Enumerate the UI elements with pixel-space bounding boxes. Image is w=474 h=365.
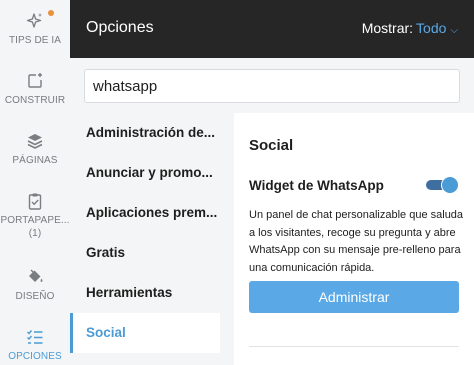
category-item[interactable]: Anunciar y promo...	[70, 153, 220, 193]
layers-icon	[27, 134, 43, 149]
category-item[interactable]: Aplicaciones prem...	[70, 193, 220, 233]
panel-gutter	[220, 113, 234, 365]
sparkles-icon	[26, 13, 42, 28]
rail-item-ai-tips[interactable]: TIPS DE IA	[0, 12, 70, 47]
rail-item-label: TIPS DE IA	[8, 35, 62, 46]
rail-item-label: PÁGINAS	[12, 155, 58, 166]
paint-bucket-icon	[29, 269, 43, 283]
whatsapp-widget-toggle[interactable]	[426, 177, 459, 193]
search-bar	[70, 58, 474, 113]
detail-panel: Social Widget de WhatsApp Un panel de ch…	[234, 113, 474, 365]
category-item[interactable]: Gratis	[70, 233, 220, 273]
show-filter-dropdown[interactable]: Mostrar: Todo ⌵	[362, 20, 458, 36]
category-list: Administración de... Anunciar y promo...…	[70, 113, 220, 365]
add-square-icon	[28, 73, 42, 88]
rail-item-clipboard[interactable]: PORTAPAPE... (1)	[0, 192, 70, 240]
checklist-icon	[27, 330, 43, 344]
rail-item-label: PORTAPAPE...	[0, 215, 70, 226]
category-item[interactable]: Herramientas	[70, 273, 220, 313]
chevron-down-icon: ⌵	[450, 25, 458, 36]
manage-button[interactable]: Administrar	[249, 281, 459, 313]
notification-dot	[48, 10, 54, 16]
page-title: Opciones	[86, 19, 154, 36]
divider	[249, 346, 459, 347]
section-title: Social	[249, 137, 294, 154]
filter-label: Mostrar:	[361, 20, 414, 36]
widget-title: Widget de WhatsApp	[249, 178, 384, 193]
rail-item-design[interactable]: DISEÑO	[0, 268, 70, 303]
options-header: Opciones Mostrar: Todo ⌵	[70, 0, 474, 58]
widget-description: Un panel de chat personalizable que salu…	[249, 209, 464, 274]
toggle-knob	[442, 177, 458, 193]
rail-item-build[interactable]: CONSTRUIR	[0, 72, 70, 107]
left-rail: TIPS DE IA CONSTRUIR PÁGINAS PORTAPAPE..…	[0, 0, 70, 365]
search-input[interactable]	[84, 69, 460, 103]
category-item[interactable]: Administración de...	[70, 113, 220, 153]
rail-item-label: DISEÑO	[15, 291, 55, 302]
clipboard-check-icon	[28, 193, 42, 210]
category-item-social[interactable]: Social	[70, 313, 220, 353]
rail-item-options[interactable]: OPCIONES	[0, 328, 70, 363]
rail-item-label: OPCIONES	[8, 351, 62, 362]
filter-value: Todo	[416, 20, 447, 36]
rail-item-pages[interactable]: PÁGINAS	[0, 132, 70, 167]
clipboard-count: (1)	[28, 228, 42, 239]
rail-item-label: CONSTRUIR	[4, 95, 66, 106]
